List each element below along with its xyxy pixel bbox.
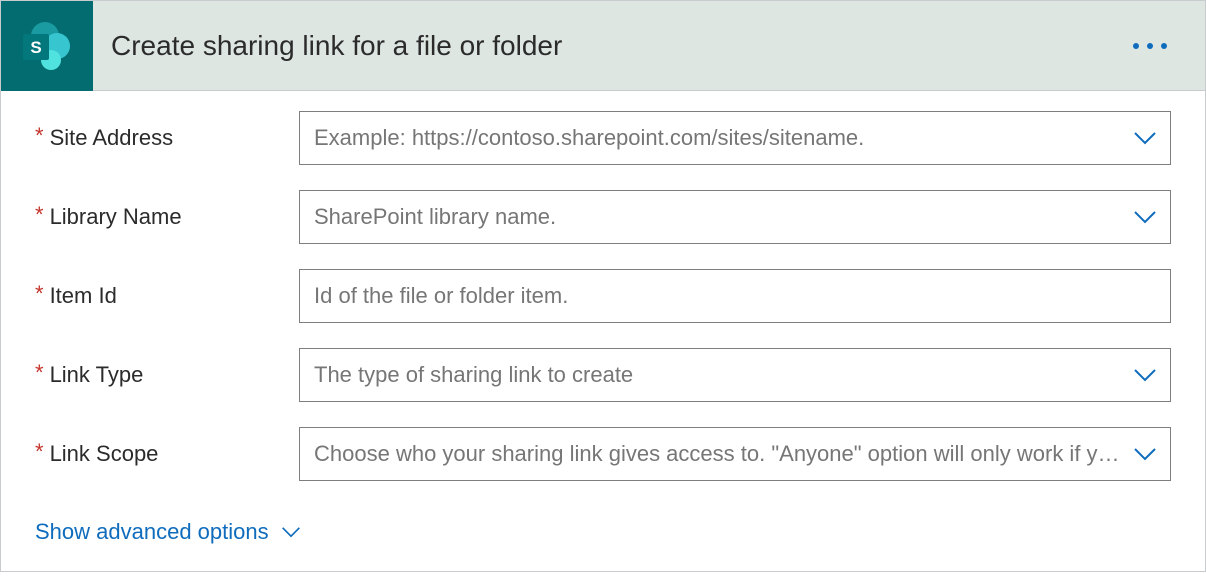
chevron-down-icon xyxy=(1133,131,1157,145)
link-type-dropdown-button[interactable] xyxy=(1127,357,1163,393)
link-scope-dropdown-button[interactable] xyxy=(1127,436,1163,472)
field-row-site-address: * Site Address xyxy=(35,111,1171,165)
action-card: S Create sharing link for a file or fold… xyxy=(0,0,1206,572)
field-row-item-id: * Item Id xyxy=(35,269,1171,323)
item-id-input[interactable] xyxy=(299,269,1171,323)
link-scope-input[interactable] xyxy=(299,427,1171,481)
field-row-library-name: * Library Name xyxy=(35,190,1171,244)
more-options-button[interactable] xyxy=(1133,43,1185,49)
required-indicator: * xyxy=(35,362,44,384)
svg-text:S: S xyxy=(30,38,41,57)
link-type-input[interactable] xyxy=(299,348,1171,402)
card-title: Create sharing link for a file or folder xyxy=(111,30,1133,62)
chevron-down-icon xyxy=(1133,447,1157,461)
field-label: Link Scope xyxy=(50,441,159,467)
card-header: S Create sharing link for a file or fold… xyxy=(1,1,1205,91)
field-row-link-scope: * Link Scope xyxy=(35,427,1171,481)
show-advanced-options-button[interactable]: Show advanced options xyxy=(35,519,1171,545)
required-indicator: * xyxy=(35,441,44,463)
site-address-input[interactable] xyxy=(299,111,1171,165)
library-name-input[interactable] xyxy=(299,190,1171,244)
sharepoint-icon: S xyxy=(1,1,93,91)
card-body: * Site Address * Library Name xyxy=(1,91,1205,571)
field-label: Library Name xyxy=(50,204,182,230)
chevron-down-icon xyxy=(1133,368,1157,382)
chevron-down-icon xyxy=(1133,210,1157,224)
required-indicator: * xyxy=(35,204,44,226)
field-row-link-type: * Link Type xyxy=(35,348,1171,402)
chevron-down-icon xyxy=(281,526,301,538)
field-label: Link Type xyxy=(50,362,144,388)
advanced-options-label: Show advanced options xyxy=(35,519,269,545)
site-address-dropdown-button[interactable] xyxy=(1127,120,1163,156)
required-indicator: * xyxy=(35,125,44,147)
library-name-dropdown-button[interactable] xyxy=(1127,199,1163,235)
field-label: Item Id xyxy=(50,283,117,309)
field-label: Site Address xyxy=(50,125,174,151)
required-indicator: * xyxy=(35,283,44,305)
